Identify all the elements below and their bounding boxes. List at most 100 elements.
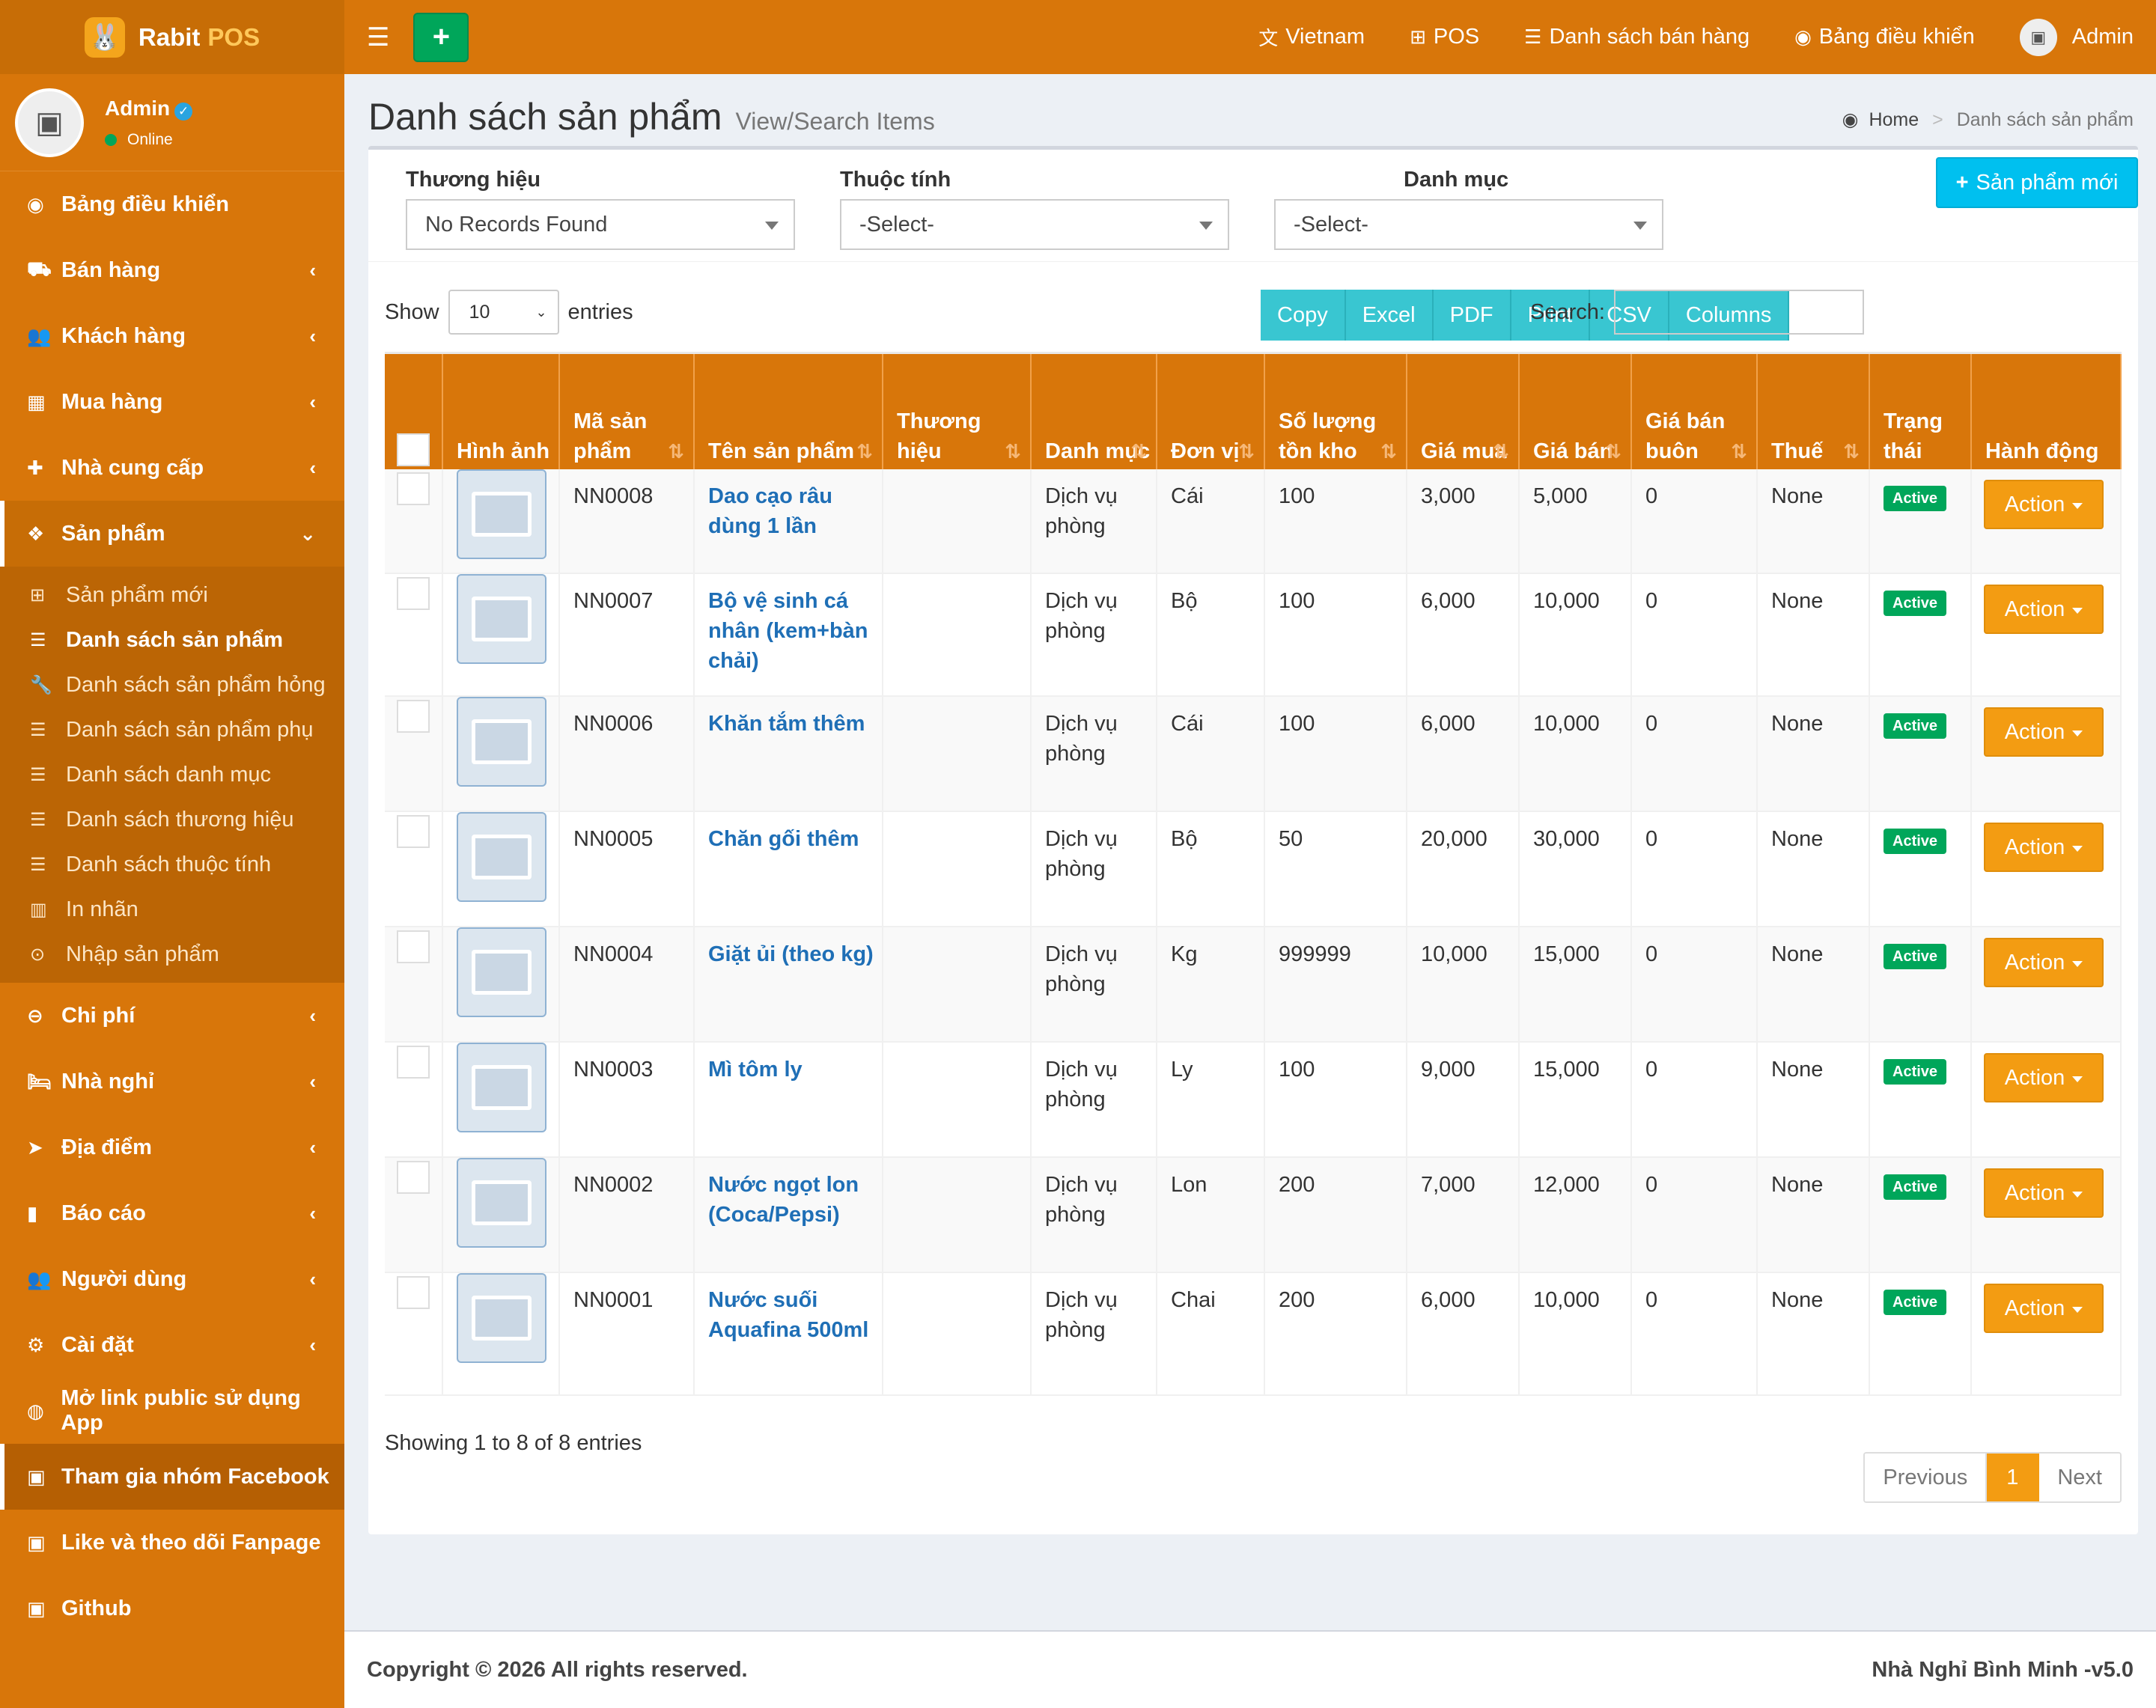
previous-page-button[interactable]: Previous bbox=[1865, 1454, 1988, 1501]
table-cell: NN0003 bbox=[560, 1043, 695, 1156]
column-header[interactable]: Hành động bbox=[1972, 354, 2122, 480]
sidebar-subitem-danh-sach-san-pham[interactable]: ☰ Danh sách sản phẩm bbox=[0, 617, 344, 662]
column-header[interactable]: Giá bán buôn ⇅ bbox=[1632, 354, 1758, 480]
column-header[interactable]: Hình ảnh bbox=[443, 354, 560, 480]
sidebar-item-bao-cao[interactable]: ▮ Báo cáo ‹ bbox=[0, 1180, 344, 1246]
product-name-link[interactable]: Nước ngọt lon (Coca/Pepsi) bbox=[708, 1173, 859, 1227]
sort-icon: ⇅ bbox=[1731, 440, 1747, 463]
action-dropdown-button[interactable]: Action bbox=[1984, 938, 2104, 987]
sidebar-item-tham-gia-nhom-facebook[interactable]: ▣ Tham gia nhóm Facebook bbox=[0, 1444, 344, 1510]
sidebar-item-chi-phi[interactable]: ⊖ Chi phí ‹ bbox=[0, 983, 344, 1049]
new-product-button[interactable]: + Sản phẩm mới bbox=[1936, 157, 2138, 208]
page-1-button[interactable]: 1 bbox=[1987, 1454, 2040, 1501]
sidebar-item-ban-hang[interactable]: ⛟ Bán hàng ‹ bbox=[0, 237, 344, 303]
product-name-link[interactable]: Mì tôm ly bbox=[708, 1058, 803, 1082]
table-cell: Active bbox=[1870, 1158, 1972, 1272]
search-input[interactable] bbox=[1613, 290, 1864, 335]
row-checkbox[interactable] bbox=[397, 1046, 430, 1079]
column-header[interactable]: Số lượng tồn kho ⇅ bbox=[1265, 354, 1407, 480]
nav-link-pos[interactable]: ⊞ POS bbox=[1410, 25, 1479, 49]
breadcrumb: ◉ Home > Danh sách sản phẩm bbox=[1842, 109, 2134, 131]
action-dropdown-button[interactable]: Action bbox=[1984, 1168, 2104, 1218]
attribute-filter-select[interactable]: -Select- bbox=[840, 199, 1229, 250]
nav-link-vietnam[interactable]: 文 Vietnam bbox=[1258, 23, 1365, 51]
status-badge: Active bbox=[1884, 1290, 1947, 1315]
sidebar-item-mua-hang[interactable]: ▦ Mua hàng ‹ bbox=[0, 369, 344, 435]
entries-select[interactable]: 10 ⌄ bbox=[448, 290, 559, 335]
product-name-link[interactable]: Giặt ủi (theo kg) bbox=[708, 942, 874, 966]
sidebar-item-products[interactable]: ❖ Sản phẩm ⌄ bbox=[0, 501, 344, 567]
pdf-button[interactable]: PDF bbox=[1433, 290, 1511, 341]
row-checkbox[interactable] bbox=[397, 815, 430, 848]
sidebar-subitem-danh-sach-thuoc-tinh[interactable]: ☰ Danh sách thuộc tính bbox=[0, 842, 344, 887]
chevron-left-icon: ‹ bbox=[309, 1135, 316, 1159]
sidebar-item-bang-dieu-khien[interactable]: ◉ Bảng điều khiển bbox=[0, 171, 344, 237]
excel-button[interactable]: Excel bbox=[1345, 290, 1434, 341]
sidebar-subitem-san-pham-moi[interactable]: ⊞ Sản phẩm mới bbox=[0, 573, 344, 617]
row-checkbox[interactable] bbox=[397, 1276, 430, 1309]
table-cell bbox=[883, 1158, 1032, 1272]
row-checkbox[interactable] bbox=[397, 577, 430, 610]
next-page-button[interactable]: Next bbox=[2039, 1454, 2120, 1501]
sidebar-item-label: Github bbox=[61, 1596, 132, 1620]
brand-filter-select[interactable]: No Records Found bbox=[406, 199, 795, 250]
sidebar-subitem-in-nhan[interactable]: ▥ In nhãn bbox=[0, 887, 344, 932]
action-dropdown-button[interactable]: Action bbox=[1984, 1053, 2104, 1102]
category-filter-select[interactable]: -Select- bbox=[1274, 199, 1663, 250]
column-header[interactable]: Mã sản phẩm ⇅ bbox=[560, 354, 695, 480]
breadcrumb-home[interactable]: Home bbox=[1869, 109, 1919, 131]
row-checkbox[interactable] bbox=[397, 472, 430, 505]
row-checkbox[interactable] bbox=[397, 930, 430, 963]
sidebar-item-cai-dat[interactable]: ⚙ Cài đặt ‹ bbox=[0, 1312, 344, 1378]
row-checkbox[interactable] bbox=[397, 1161, 430, 1194]
action-dropdown-button[interactable]: Action bbox=[1984, 823, 2104, 872]
product-name-link[interactable]: Chăn gối thêm bbox=[708, 827, 859, 851]
sidebar-item-nguoi-dung[interactable]: 👥 Người dùng ‹ bbox=[0, 1246, 344, 1312]
sidebar-item-mo-link-public-su-dung-app[interactable]: ◍ Mở link public sử dụng App bbox=[0, 1378, 344, 1444]
action-dropdown-button[interactable]: Action bbox=[1984, 707, 2104, 757]
sidebar-subitem-danh-sach-thuong-hieu[interactable]: ☰ Danh sách thương hiệu bbox=[0, 797, 344, 842]
nav-link-bang-dieu-khien[interactable]: ◉ Bảng điều khiển bbox=[1794, 25, 1975, 49]
sidebar-subitem-danh-sach-san-pham-hong[interactable]: 🔧 Danh sách sản phẩm hỏng bbox=[0, 662, 344, 707]
sidebar-item-github[interactable]: ▣ Github bbox=[0, 1576, 344, 1641]
copy-button[interactable]: Copy bbox=[1261, 290, 1346, 341]
column-header[interactable]: Thuế ⇅ bbox=[1758, 354, 1870, 480]
nav-user-menu[interactable]: ▣ Admin bbox=[2019, 18, 2134, 56]
sidebar-subitem-danh-sach-danh-muc[interactable]: ☰ Danh sách danh mục bbox=[0, 752, 344, 797]
select-all-checkbox[interactable] bbox=[397, 433, 430, 466]
action-label: Action bbox=[2004, 1296, 2065, 1320]
sidebar-item-nha-cung-cap[interactable]: ✚ Nhà cung cấp ‹ bbox=[0, 435, 344, 501]
column-header[interactable]: Thương hiệu ⇅ bbox=[883, 354, 1032, 480]
action-dropdown-button[interactable]: Action bbox=[1984, 480, 2104, 529]
column-header[interactable]: Giá mua ⇅ bbox=[1407, 354, 1520, 480]
action-dropdown-button[interactable]: Action bbox=[1984, 1284, 2104, 1333]
product-name-link[interactable]: Khăn tắm thêm bbox=[708, 712, 865, 736]
user-panel: ▣ Admin ✓ Online bbox=[0, 74, 344, 171]
image-icon bbox=[472, 1180, 532, 1225]
product-name-link[interactable]: Nước suối Aquafina 500ml bbox=[708, 1288, 868, 1342]
nav-link-danh-sach-ban-hang[interactable]: ☰ Danh sách bán hàng bbox=[1524, 25, 1750, 49]
product-name-link[interactable]: Bộ vệ sinh cá nhân (kem+bàn chải) bbox=[708, 589, 868, 673]
column-header[interactable]: Trạng thái bbox=[1870, 354, 1972, 480]
table-cell: 0 bbox=[1632, 1273, 1758, 1394]
sidebar-subitem-nhap-san-pham[interactable]: ⊙ Nhập sản phẩm bbox=[0, 932, 344, 977]
menu-toggle-icon[interactable]: ☰ bbox=[367, 22, 389, 52]
sidebar-subitem-danh-sach-san-pham-phu[interactable]: ☰ Danh sách sản phẩm phụ bbox=[0, 707, 344, 752]
cell-category: Dịch vụ phòng bbox=[1045, 712, 1118, 766]
column-header[interactable]: Danh mục ⇅ bbox=[1032, 354, 1157, 480]
sidebar-item-dia-diem[interactable]: ➤ Địa điểm ‹ bbox=[0, 1114, 344, 1180]
column-header[interactable]: Tên sản phẩm ⇅ bbox=[695, 354, 883, 480]
row-checkbox[interactable] bbox=[397, 700, 430, 733]
page-title: Danh sách sản phẩm View/Search Items bbox=[368, 96, 935, 138]
product-name-link[interactable]: Dao cạo râu dùng 1 lần bbox=[708, 484, 832, 538]
sidebar-item-like-va-theo-doi-fanpage[interactable]: ▣ Like và theo dõi Fanpage bbox=[0, 1510, 344, 1576]
sidebar-item-nha-nghi[interactable]: 🛏 Nhà nghỉ ‹ bbox=[0, 1049, 344, 1114]
action-dropdown-button[interactable]: Action bbox=[1984, 585, 2104, 634]
cell-unit: Chai bbox=[1171, 1288, 1216, 1312]
column-header[interactable]: Giá bán ⇅ bbox=[1520, 354, 1632, 480]
sidebar-item-khach-hang[interactable]: 👥 Khách hàng ‹ bbox=[0, 303, 344, 369]
quick-add-button[interactable]: + bbox=[413, 12, 469, 62]
app-logo[interactable]: 🐰 Rabit POS bbox=[0, 0, 344, 74]
column-header[interactable]: Đơn vị ⇅ bbox=[1157, 354, 1265, 480]
chevron-left-icon: ‹ bbox=[309, 1004, 316, 1027]
